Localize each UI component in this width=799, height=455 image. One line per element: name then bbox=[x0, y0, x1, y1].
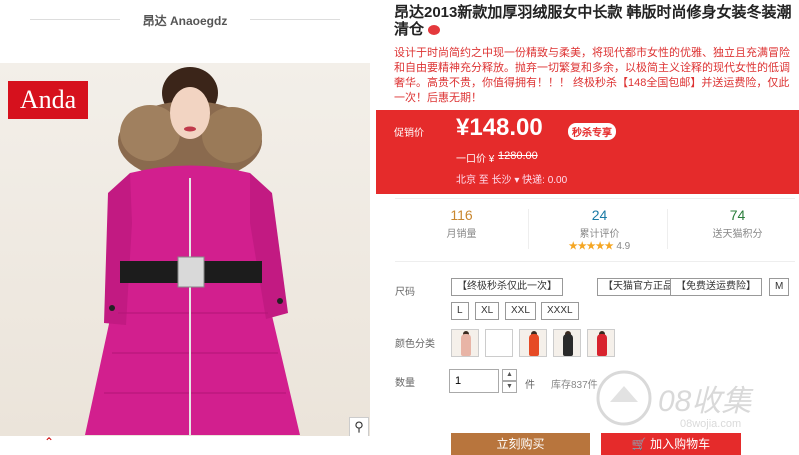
quantity-label: 数量 bbox=[395, 378, 415, 389]
color-swatch[interactable] bbox=[553, 329, 581, 357]
store-title[interactable]: 昂达 Anaoegdz bbox=[0, 12, 370, 29]
size-option[interactable]: 【终极秒杀仅此一次】 bbox=[451, 278, 563, 296]
increase-icon[interactable]: ▲ bbox=[502, 369, 517, 381]
tmall-points: 74 送天猫积分 bbox=[671, 207, 799, 240]
points-count: 74 bbox=[729, 207, 746, 223]
color-swatch[interactable] bbox=[451, 329, 479, 357]
original-price-label: 一口价 ¥ bbox=[456, 154, 495, 165]
product-gallery: 昂达 Anaoegdz Anda ⚲ ⌃ bbox=[0, 0, 370, 449]
points-label: 送天猫积分 bbox=[712, 229, 763, 240]
color-swatch[interactable] bbox=[587, 329, 615, 357]
product-main-image[interactable]: Anda ⚲ bbox=[0, 63, 370, 436]
watermark-text: 08收集 bbox=[658, 385, 752, 418]
size-option[interactable]: 【免费送运费险】 bbox=[670, 278, 762, 296]
chevron-up-icon[interactable]: ⌃ bbox=[42, 436, 56, 449]
zoom-icon[interactable]: ⚲ bbox=[349, 417, 369, 436]
flash-sale-badge: 秒杀专享 bbox=[568, 123, 616, 140]
star-rating-icon: ★★★★★ bbox=[568, 241, 614, 252]
product-title: 昂达2013新款加厚羽绒服女中长款 韩版时尚修身女装冬装潮 bbox=[394, 4, 792, 21]
size-option[interactable]: L bbox=[451, 302, 469, 320]
price-label: 促销价 bbox=[394, 128, 424, 139]
shipping-info[interactable]: 北京 至 长沙 ▾ 快递: 0.00 bbox=[456, 171, 567, 186]
decrease-icon[interactable]: ▼ bbox=[502, 381, 517, 393]
quantity-unit: 件 bbox=[525, 380, 535, 391]
buy-now-button[interactable]: 立刻购买 bbox=[451, 433, 590, 455]
sales-count: 116 bbox=[450, 207, 473, 223]
size-option[interactable]: M bbox=[769, 278, 790, 296]
size-option[interactable]: XXL bbox=[505, 302, 536, 320]
original-price: 1280.00 bbox=[498, 150, 538, 162]
promo-price: ¥148.00 bbox=[456, 114, 543, 141]
monthly-sales: 116 月销量 bbox=[395, 207, 528, 240]
size-label: 尺码 bbox=[395, 287, 415, 298]
product-description: 设计于时尚简约之中现一份精致与柔美，将现代都市女性的优雅、独立且充满冒险和自由要… bbox=[394, 47, 790, 104]
divider bbox=[667, 209, 668, 249]
stock-count: 库存837件 bbox=[551, 380, 598, 391]
quantity-input[interactable] bbox=[449, 369, 499, 393]
divider bbox=[250, 19, 340, 20]
divider bbox=[528, 209, 529, 249]
size-option[interactable]: XXXL bbox=[541, 302, 579, 320]
model-figure bbox=[85, 67, 300, 435]
watermark: 08收集 08wojia.com bbox=[596, 360, 796, 440]
review-count: 24 bbox=[591, 207, 608, 223]
color-swatch[interactable] bbox=[519, 329, 547, 357]
sales-label: 月销量 bbox=[446, 229, 477, 240]
watermark-url: 08wojia.com bbox=[680, 418, 742, 430]
title-text: 清仓 bbox=[394, 21, 425, 38]
size-option[interactable]: XL bbox=[475, 302, 500, 320]
review-label: 累计评价 bbox=[579, 229, 620, 240]
color-label: 颜色分类 bbox=[395, 339, 435, 350]
rating-value: 4.9 bbox=[616, 241, 631, 252]
color-swatch[interactable] bbox=[485, 329, 513, 357]
product-title-line2: 清仓 bbox=[394, 21, 441, 38]
stats-bar: 116 月销量 24 累计评价 ★★★★★ 4.9 74 送天猫积分 bbox=[395, 198, 795, 262]
promo-tag-icon bbox=[428, 25, 441, 36]
rating: ★★★★★ 4.9 bbox=[533, 241, 666, 252]
reviews[interactable]: 24 累计评价 ★★★★★ 4.9 bbox=[533, 207, 666, 252]
